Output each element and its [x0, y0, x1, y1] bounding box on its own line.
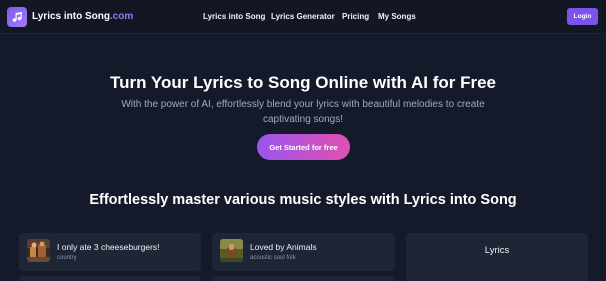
hero-title: Turn Your Lyrics to Song Online with AI … [110, 73, 496, 92]
hero-subtitle: With the power of AI, effortlessly blend… [121, 99, 485, 125]
lyrics-panel-title: Lyrics [484, 245, 510, 256]
login-button[interactable]: Login [567, 8, 598, 25]
song-card-partial [212, 276, 395, 281]
nav-link-lyrics-into-song[interactable]: Lyrics into Song [203, 12, 265, 21]
logo-icon[interactable] [7, 7, 27, 27]
top-navbar: Lyrics into Song.com Lyrics into Song Ly… [0, 0, 606, 34]
brand-name[interactable]: Lyrics into Song.com [32, 11, 133, 22]
nav-link-my-songs[interactable]: My Songs [378, 12, 416, 21]
nav-link-lyrics-generator[interactable]: Lyrics Generator [271, 12, 335, 21]
song-cover-image [220, 239, 243, 262]
brand-name-suffix: .com [109, 11, 134, 22]
song-card[interactable]: Loved by Animals acoustic soul folk [212, 233, 395, 271]
song-genre: acoustic soul folk [250, 255, 296, 261]
song-card[interactable]: I only ate 3 cheeseburgers! country [19, 233, 201, 271]
nav-link-pricing[interactable]: Pricing [342, 12, 369, 21]
get-started-button[interactable]: Get Started for free [257, 134, 350, 160]
song-card-partial [19, 276, 201, 281]
section-title: Effortlessly master various music styles… [89, 192, 517, 208]
brand-name-main: Lyrics into Song [32, 11, 110, 22]
song-title: Loved by Animals [250, 242, 317, 252]
lyrics-panel: Lyrics [406, 233, 588, 281]
music-note-icon [12, 12, 22, 22]
song-title: I only ate 3 cheeseburgers! [57, 242, 160, 252]
song-genre: country [57, 255, 77, 261]
song-cover-image [27, 239, 50, 262]
